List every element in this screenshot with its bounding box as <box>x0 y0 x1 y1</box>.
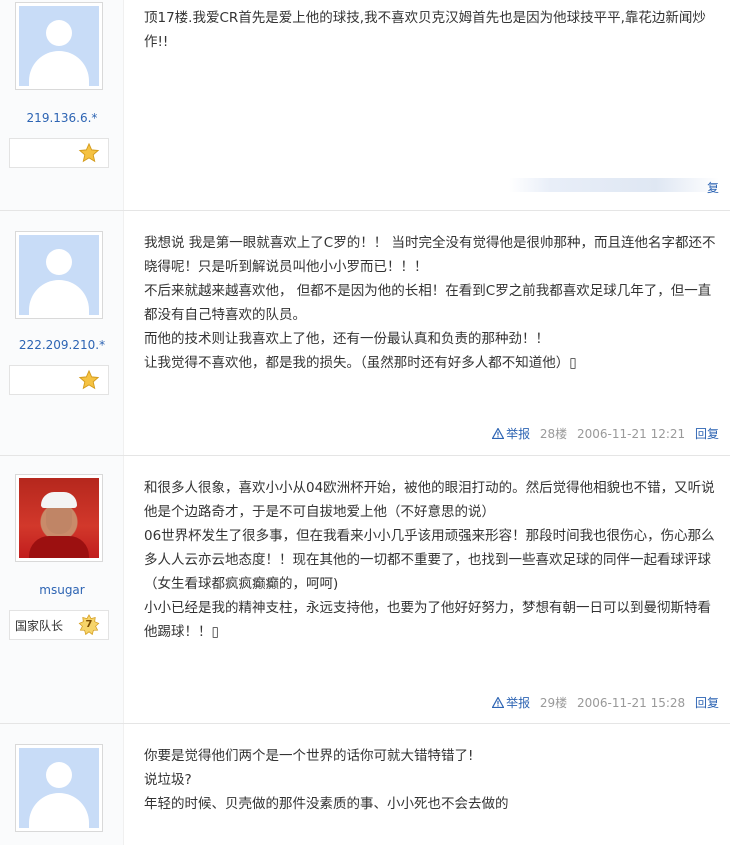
post-paragraph: 让我觉得不喜欢他，都是我的损失。（虽然那时还有好多人都不知道他）▯ <box>144 355 577 371</box>
username[interactable]: 219.136.6.* <box>0 111 124 125</box>
username[interactable]: 222.209.210.* <box>0 338 124 352</box>
username[interactable]: msugar <box>0 583 124 597</box>
post-paragraph: 不后来就越来越喜欢他， 但都不是因为他的长相！在看到C罗之前我都喜欢足球几年了，… <box>144 283 712 323</box>
post-content: 你要是觉得他们两个是一个世界的话你可就大错特错了! 说垃圾? 年轻的时候、贝壳做… <box>144 744 719 816</box>
post: 你要是觉得他们两个是一个世界的话你可就大错特错了! 说垃圾? 年轻的时候、贝壳做… <box>0 724 730 845</box>
user-photo <box>19 478 99 558</box>
default-avatar-icon <box>19 235 99 315</box>
default-avatar-icon <box>19 748 99 828</box>
star-icon <box>78 142 100 163</box>
reply-link[interactable]: 回复 <box>695 427 719 441</box>
post-paragraph: 说垃圾? <box>144 772 192 788</box>
warning-icon <box>492 697 505 708</box>
reply-link[interactable]: 复 <box>707 181 719 195</box>
avatar[interactable] <box>15 231 103 319</box>
faded-footer-bar <box>509 178 719 192</box>
rank-badge: 国家队长 7 <box>9 610 109 640</box>
rank-level: 7 <box>85 619 93 630</box>
post-paragraph: 顶17楼.我爱CR首先是爱上他的球技,我不喜欢贝克汉姆首先也是因为他球技平平,靠… <box>144 10 706 50</box>
floor-number: 29楼 <box>539 696 568 710</box>
post-content: 顶17楼.我爱CR首先是爱上他的球技,我不喜欢贝克汉姆首先也是因为他球技平平,靠… <box>144 6 719 54</box>
avatar[interactable] <box>15 474 103 562</box>
post: msugar 国家队长 7 和很多人很象，喜欢小小从04欧洲杯开始，被他的眼泪打… <box>0 456 730 724</box>
post-footer: 举报 29楼 2006-11-21 15:28 回复 <box>492 694 719 711</box>
avatar[interactable] <box>15 2 103 90</box>
rank-badge <box>9 138 109 168</box>
post-paragraph: 06世界杯发生了很多事，但在我看来小小几乎该用顽强来形容！那段时间我也很伤心，伤… <box>144 528 715 592</box>
floor-number: 28楼 <box>539 427 568 441</box>
avatar[interactable] <box>15 744 103 832</box>
default-avatar-icon <box>19 6 99 86</box>
post-paragraph: 小小已经是我的精神支柱，永远支持他，也要为了他好好努力，梦想有朝一日可以到曼彻斯… <box>144 600 711 640</box>
post-content: 我想说 我是第一眼就喜欢上了C罗的！！ 当时完全没有觉得他是很帅那种，而且连他名… <box>144 231 719 375</box>
report-link[interactable]: 举报 <box>506 427 530 441</box>
reply-link[interactable]: 回复 <box>695 696 719 710</box>
post-paragraph: 而他的技术则让我喜欢上了他，还有一份最认真和负责的那种劲！！ <box>144 331 549 347</box>
post-paragraph: 我想说 我是第一眼就喜欢上了C罗的！！ 当时完全没有觉得他是很帅那种，而且连他名… <box>144 235 716 275</box>
rank-badge <box>9 365 109 395</box>
warning-icon <box>492 428 505 439</box>
post-time: 2006-11-21 12:21 <box>577 427 686 441</box>
post-paragraph: 年轻的时候、贝壳做的那件没素质的事、小小死也不会去做的 <box>144 796 509 812</box>
post-footer: 举报 28楼 2006-11-21 12:21 回复 <box>492 425 719 442</box>
post: 222.209.210.* 我想说 我是第一眼就喜欢上了C罗的！！ 当时完全没有… <box>0 211 730 456</box>
post: 219.136.6.* 顶17楼.我爱CR首先是爱上他的球技,我不喜欢贝克汉姆首… <box>0 0 730 211</box>
post-content: 和很多人很象，喜欢小小从04欧洲杯开始，被他的眼泪打动的。然后觉得他相貌也不错，… <box>144 476 719 644</box>
post-footer: 复 <box>701 179 719 196</box>
report-link[interactable]: 举报 <box>506 696 530 710</box>
post-paragraph: 你要是觉得他们两个是一个世界的话你可就大错特错了! <box>144 748 474 764</box>
rank-label: 国家队长 <box>15 619 64 633</box>
post-time: 2006-11-21 15:28 <box>577 696 686 710</box>
star-icon <box>78 369 100 390</box>
post-paragraph: 和很多人很象，喜欢小小从04欧洲杯开始，被他的眼泪打动的。然后觉得他相貌也不错，… <box>144 480 715 520</box>
